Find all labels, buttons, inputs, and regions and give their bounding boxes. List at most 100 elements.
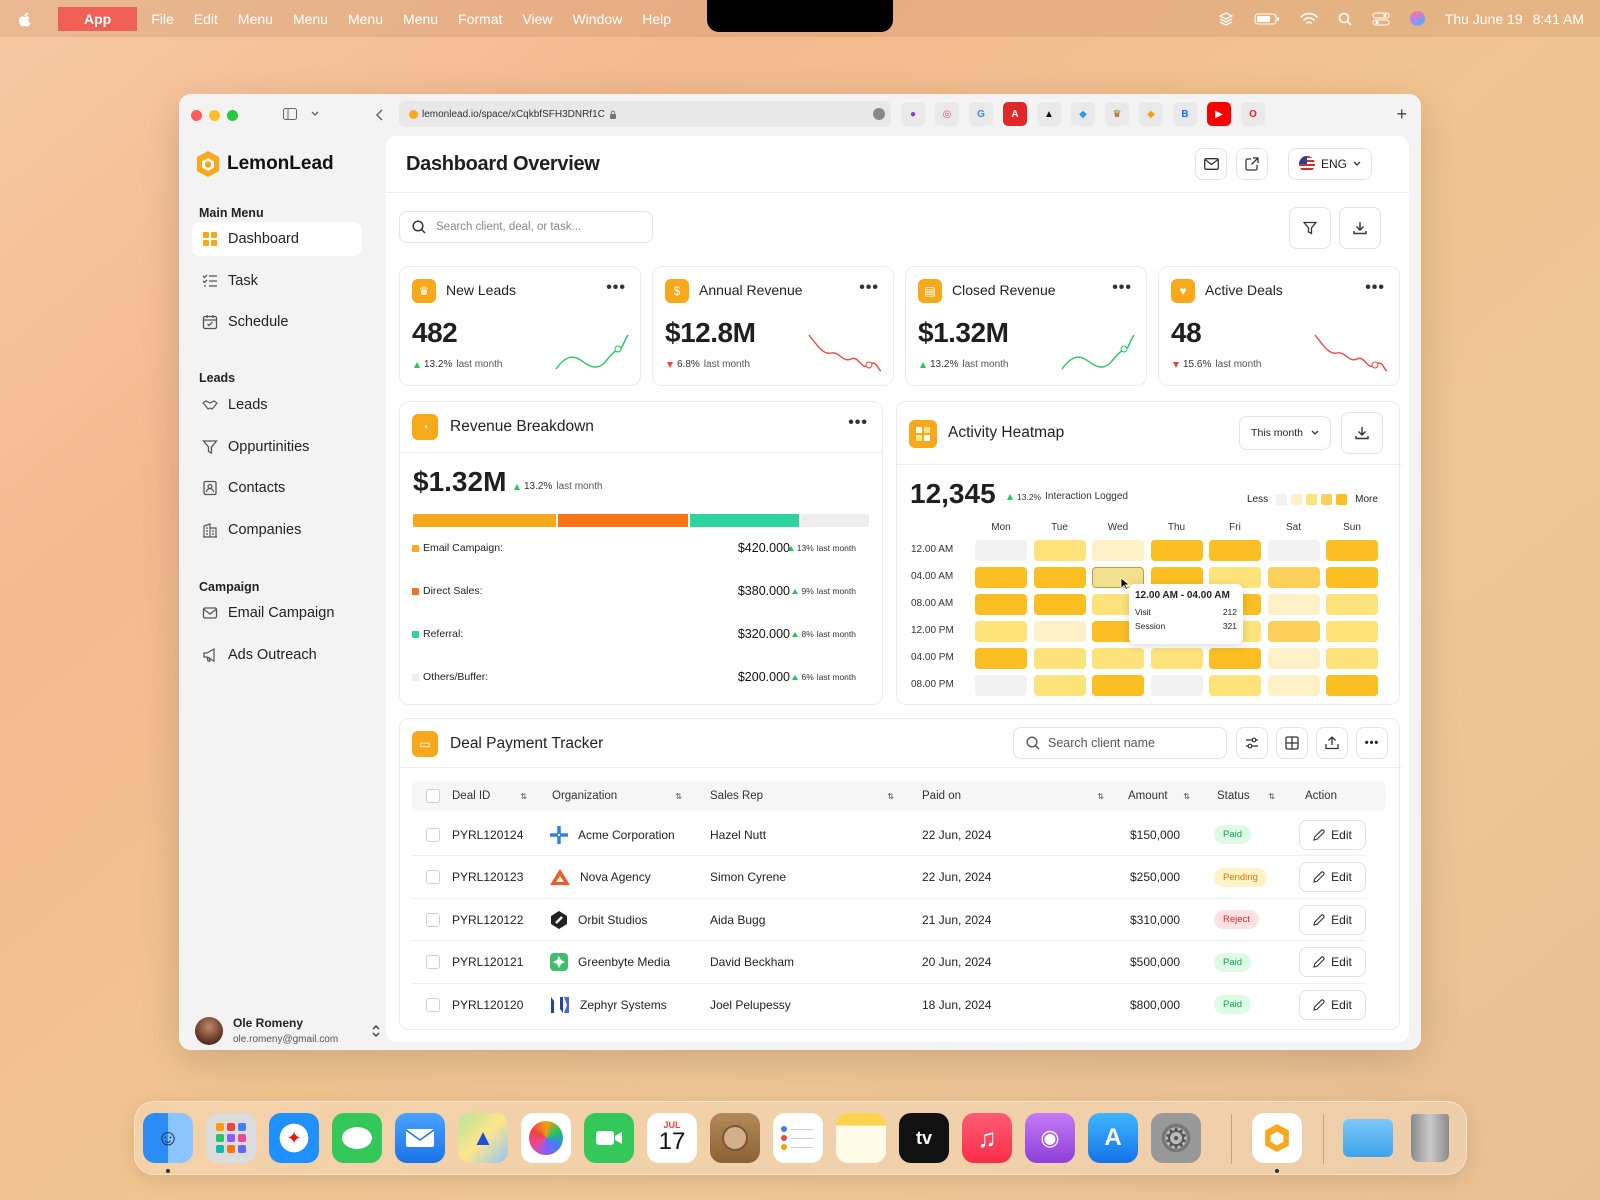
sidebar-item-leads[interactable]: Leads [192, 388, 362, 422]
music-icon[interactable]: ♫ [962, 1113, 1012, 1163]
heatmap-cell[interactable] [975, 621, 1027, 642]
edit-button[interactable]: Edit [1299, 819, 1366, 850]
siri-icon[interactable] [1409, 11, 1425, 26]
maximize-window-button[interactable] [227, 109, 238, 121]
favorite-crown-icon[interactable]: ♛ [1105, 102, 1129, 126]
apple-icon[interactable] [16, 10, 34, 28]
heatmap-cell[interactable] [1033, 621, 1086, 642]
heatmap-cell[interactable] [1150, 540, 1203, 561]
spotlight-search-icon[interactable] [1338, 12, 1352, 26]
heatmap-cell[interactable] [1092, 675, 1144, 696]
heatmap-cell[interactable] [1209, 648, 1261, 669]
notes-icon[interactable] [836, 1113, 886, 1163]
heatmap-cell[interactable] [975, 648, 1027, 669]
heatmap-cell[interactable] [1267, 621, 1320, 642]
menu-menu-3[interactable]: Menu [348, 11, 383, 27]
minimize-window-button[interactable] [209, 109, 220, 121]
grid-view-button[interactable] [1276, 727, 1308, 759]
heatmap-cell[interactable] [975, 540, 1027, 561]
mail-button[interactable] [1195, 148, 1227, 180]
battery-icon[interactable] [1254, 12, 1280, 26]
menu-menu-4[interactable]: Menu [403, 11, 438, 27]
wifi-icon[interactable] [1299, 12, 1318, 26]
favorite-sketch-icon[interactable]: ◆ [1139, 102, 1163, 126]
row-checkbox[interactable] [426, 997, 440, 1012]
language-selector[interactable]: ENG [1288, 148, 1372, 180]
apple-tv-icon[interactable]: tv [899, 1113, 949, 1163]
favorite-youtube-icon[interactable]: ▶ [1207, 102, 1231, 126]
period-dropdown[interactable]: This month [1239, 416, 1331, 450]
layers-icon[interactable] [1218, 11, 1234, 27]
reminders-icon[interactable] [773, 1113, 823, 1163]
heatmap-cell[interactable] [1150, 675, 1203, 696]
sidebar-item-dashboard[interactable]: Dashboard [192, 222, 362, 256]
heatmap-cell[interactable] [1326, 621, 1378, 642]
favorite-bookmark-1-icon[interactable]: ● [901, 102, 925, 126]
heatmap-cell[interactable] [1326, 675, 1378, 696]
app-menu[interactable]: App [58, 6, 138, 31]
more-options-icon[interactable]: ••• [848, 414, 868, 432]
heatmap-cell[interactable] [1033, 675, 1086, 696]
sidebar-item-ads-outreach[interactable]: Ads Outreach [192, 638, 362, 672]
sort-icon[interactable]: ⇅ [520, 792, 527, 801]
favorite-dribbble-icon[interactable]: ◎ [935, 102, 959, 126]
control-center-icon[interactable] [1372, 12, 1390, 26]
heatmap-download-button[interactable] [1341, 412, 1383, 454]
sidebar-toggle-icon[interactable] [283, 108, 297, 120]
heatmap-cell[interactable] [1033, 540, 1086, 561]
heatmap-cell[interactable] [1267, 648, 1320, 669]
table-row[interactable]: PYRL120122 Orbit Studios Aida Bugg 21 Jun, … [412, 898, 1366, 941]
edit-button[interactable]: Edit [1299, 904, 1366, 935]
heatmap-cell[interactable] [1209, 675, 1261, 696]
sidebar-item-schedule[interactable]: Schedule [192, 305, 362, 339]
heatmap-cell[interactable] [1326, 648, 1378, 669]
trash-icon[interactable] [1405, 1113, 1455, 1163]
heatmap-cell[interactable] [1209, 540, 1261, 561]
address-bar[interactable]: lemonlead.io/space/xCqkbfSFH3DNRf1C [399, 101, 891, 127]
menu-menu-2[interactable]: Menu [293, 11, 328, 27]
heatmap-cell[interactable] [1033, 594, 1086, 615]
table-row[interactable]: PYRL120123 Nova Agency Simon Cyrene 22 Jun,… [412, 856, 1366, 899]
photos-icon[interactable] [521, 1113, 571, 1163]
sidebar-item-opportunities[interactable]: Oppurtinities [192, 430, 362, 464]
more-options-icon[interactable]: ••• [1365, 279, 1385, 297]
folder-icon[interactable] [1343, 1113, 1393, 1163]
sidebar-item-task[interactable]: Task [192, 264, 362, 298]
column-deal-id[interactable]: Deal ID ⇅ [452, 781, 527, 811]
row-checkbox[interactable] [426, 955, 440, 969]
more-options-icon[interactable]: ••• [606, 279, 626, 297]
share-button[interactable] [1236, 148, 1268, 180]
back-arrow-icon[interactable] [375, 109, 383, 121]
contacts-app-icon[interactable] [710, 1113, 760, 1163]
menu-file[interactable]: File [151, 11, 174, 27]
podcasts-icon[interactable]: ◉ [1025, 1113, 1075, 1163]
sort-icon[interactable]: ⇅ [675, 792, 682, 801]
favorite-adidas-icon[interactable]: ▲ [1037, 102, 1061, 126]
menu-format[interactable]: Format [458, 11, 502, 27]
edit-button[interactable]: Edit [1299, 862, 1366, 892]
heatmap-cell[interactable] [1033, 648, 1086, 669]
messages-icon[interactable] [332, 1113, 382, 1163]
heatmap-cell[interactable] [1267, 675, 1320, 696]
sort-icon[interactable]: ⇅ [1183, 792, 1190, 801]
kpi-card-new-leads[interactable]: ♛ New Leads ••• 482 13.2% last month [399, 266, 641, 386]
heatmap-cell[interactable] [1150, 648, 1203, 669]
menu-menu-1[interactable]: Menu [238, 11, 273, 27]
app-store-icon[interactable]: A [1088, 1113, 1138, 1163]
favorite-google-icon[interactable]: G [969, 102, 993, 126]
heatmap-cell[interactable] [975, 567, 1027, 588]
user-profile[interactable]: Ole Romeny ole.romeny@gmail.com [195, 1016, 380, 1045]
favorite-behance-icon[interactable]: B [1173, 102, 1197, 126]
system-settings-icon[interactable]: ⚙ [1151, 1113, 1201, 1163]
edit-button[interactable]: Edit [1299, 989, 1366, 1020]
heatmap-cell[interactable] [1092, 648, 1144, 669]
sidebar-item-contacts[interactable]: Contacts [192, 471, 362, 505]
safari-icon[interactable]: ✦ [269, 1113, 319, 1163]
table-row[interactable]: PYRL120124 Acme Corporation Hazel Nutt 22 J… [412, 813, 1366, 856]
more-icon[interactable] [873, 108, 885, 120]
kpi-card-closed-revenue[interactable]: ▤ Closed Revenue ••• $1.32M 13.2% last mo… [905, 266, 1147, 386]
lemonlead-app-icon[interactable] [1252, 1113, 1302, 1163]
menu-window[interactable]: Window [572, 11, 622, 27]
column-organization[interactable]: Organization ⇅ [552, 781, 682, 811]
global-search[interactable]: Search client, deal, or task... [399, 211, 653, 243]
